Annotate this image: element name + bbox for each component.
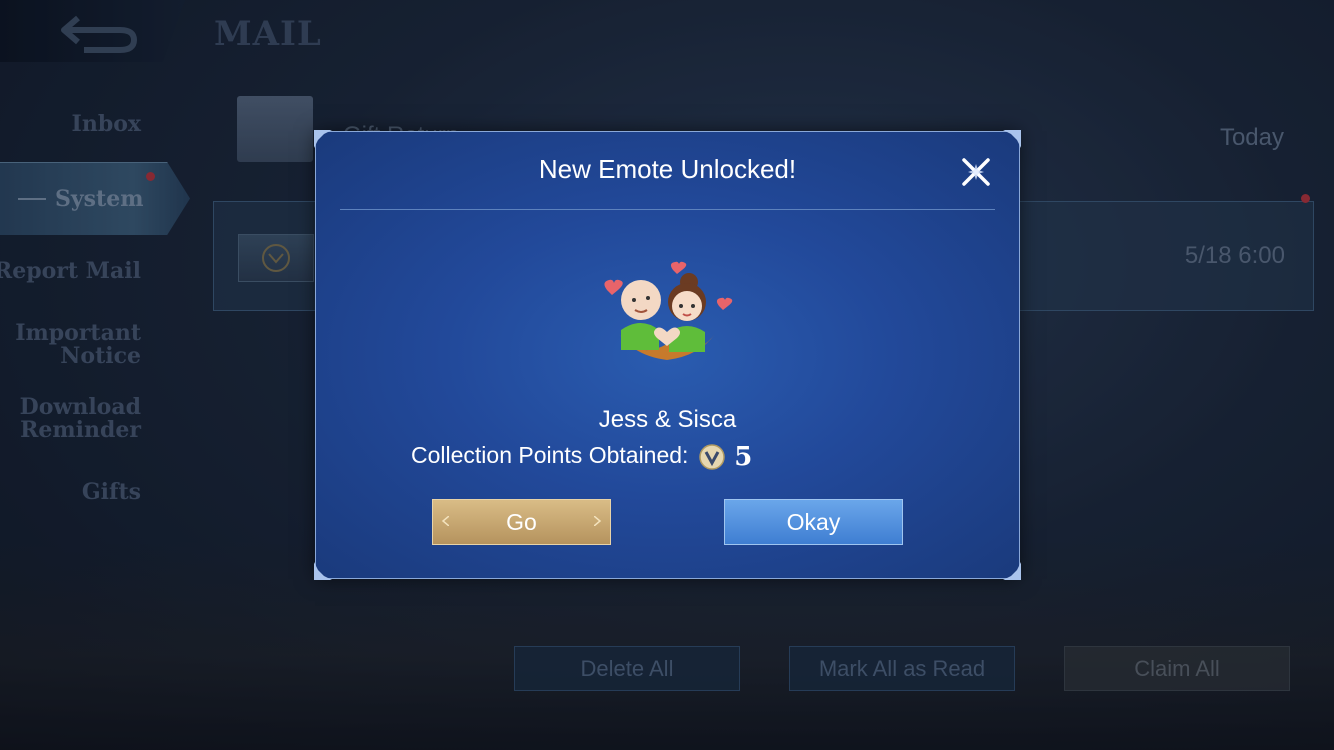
collection-point-icon: [699, 444, 725, 470]
collection-points-line: Collection Points Obtained: 5: [411, 442, 752, 472]
corner-ornament: [1003, 562, 1021, 580]
corner-ornament: [1003, 130, 1021, 148]
go-button-label: Go: [506, 509, 537, 535]
collection-points-value: 5: [734, 442, 753, 472]
okay-button-label: Okay: [786, 509, 841, 535]
corner-ornament: [314, 562, 332, 580]
title-divider: [340, 209, 995, 210]
close-icon[interactable]: [958, 154, 994, 190]
emote-name: Jess & Sisca: [598, 406, 737, 433]
collection-points-label: Collection Points Obtained:: [411, 442, 689, 469]
button-ornament: [594, 516, 602, 526]
button-ornament: [441, 516, 449, 526]
emote-unlocked-dialog: New Emote Unlocked! Jess & Sisca Collect…: [314, 130, 1021, 580]
okay-button[interactable]: Okay: [724, 499, 903, 545]
dialog-title: New Emote Unlocked!: [538, 154, 797, 184]
emote-image: [604, 261, 733, 360]
go-button[interactable]: Go: [432, 499, 611, 545]
corner-ornament: [314, 130, 332, 148]
